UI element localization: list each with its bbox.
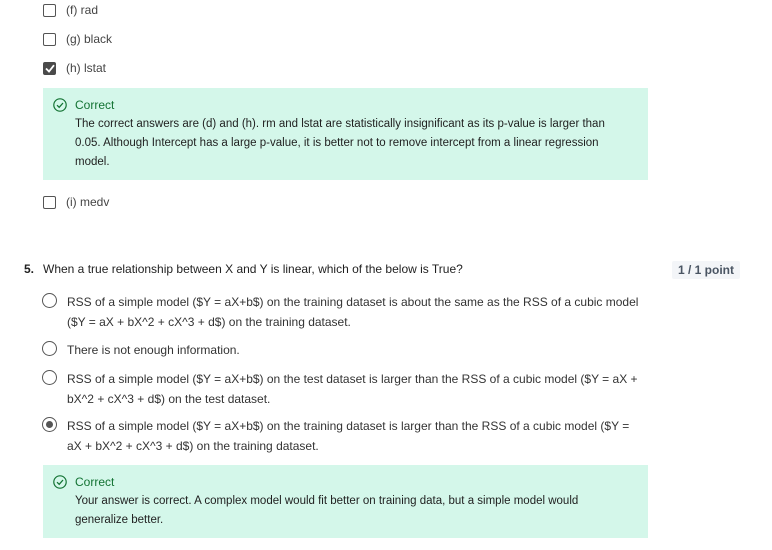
option-f-label: (f) rad (66, 3, 99, 17)
option-h[interactable]: (h) lstat (43, 61, 106, 75)
feedback-correct-q5: Correct Your answer is correct. A comple… (43, 465, 648, 538)
option-h-label: (h) lstat (66, 61, 107, 75)
radio-choice-2[interactable] (42, 341, 57, 356)
feedback-title: Correct (75, 98, 115, 112)
check-circle-icon (53, 98, 67, 112)
question-number: 5. (24, 262, 35, 276)
choice-1[interactable]: RSS of a simple model ($Y = aX+b$) on th… (42, 292, 642, 332)
checkbox-f[interactable] (43, 3, 56, 17)
checkmark-icon (44, 64, 55, 73)
choice-1-label: RSS of a simple model ($Y = aX+b$) on th… (67, 295, 639, 329)
option-i-label: (i) medv (66, 195, 110, 209)
option-g-label: (g) black (66, 32, 113, 46)
check-circle-icon (53, 475, 67, 489)
radio-choice-4-selected[interactable] (42, 417, 57, 432)
question-text: When a true relationship between X and Y… (43, 262, 463, 276)
feedback-correct-q4: Correct The correct answers are (d) and … (43, 88, 648, 180)
radio-choice-3[interactable] (42, 370, 57, 385)
option-g[interactable]: (g) black (43, 32, 112, 46)
checkbox-h-checked[interactable] (43, 61, 56, 75)
choice-2[interactable]: There is not enough information. (42, 340, 642, 360)
choice-4[interactable]: RSS of a simple model ($Y = aX+b$) on th… (42, 416, 642, 456)
checkbox-g[interactable] (43, 32, 56, 46)
choice-2-label: There is not enough information. (67, 343, 240, 357)
feedback-text: The correct answers are (d) and (h). rm … (75, 118, 605, 168)
choice-4-label: RSS of a simple model ($Y = aX+b$) on th… (67, 419, 630, 453)
choice-3-label: RSS of a simple model ($Y = aX+b$) on th… (67, 372, 638, 406)
choice-3[interactable]: RSS of a simple model ($Y = aX+b$) on th… (42, 369, 642, 409)
feedback-title: Correct (75, 475, 115, 489)
feedback-text: Your answer is correct. A complex model … (75, 495, 579, 526)
checkbox-i[interactable] (43, 195, 56, 209)
points-badge: 1 / 1 point (672, 261, 741, 279)
option-f[interactable]: (f) rad (43, 3, 98, 17)
radio-choice-1[interactable] (42, 293, 57, 308)
option-i[interactable]: (i) medv (43, 195, 109, 209)
radio-selected-dot (46, 421, 53, 428)
